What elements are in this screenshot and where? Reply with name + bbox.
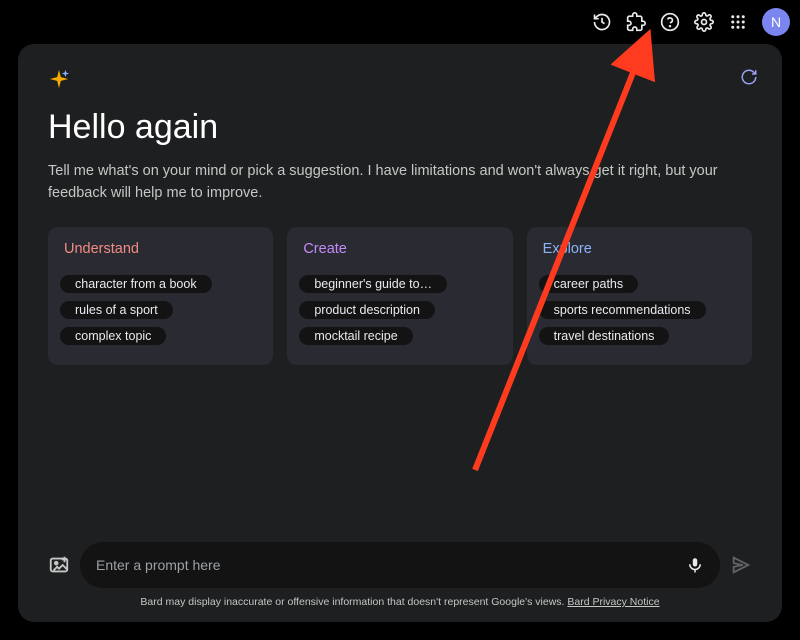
chip-create-2[interactable]: mocktail recipe	[299, 327, 412, 345]
card-title-understand: Understand	[60, 241, 261, 257]
apps-icon[interactable]	[728, 12, 748, 32]
privacy-link[interactable]: Bard Privacy Notice	[567, 596, 659, 608]
chip-explore-0[interactable]: career paths	[539, 275, 638, 293]
extension-icon[interactable]	[626, 12, 646, 32]
chip-understand-2[interactable]: complex topic	[60, 327, 166, 345]
chip-explore-1[interactable]: sports recommendations	[539, 301, 706, 319]
card-explore: Explore career paths sports recommendati…	[527, 227, 752, 365]
avatar[interactable]: N	[762, 8, 790, 36]
prompt-input-container	[80, 542, 720, 588]
card-understand: Understand character from a book rules o…	[48, 227, 273, 365]
greeting-title: Hello again	[48, 108, 752, 147]
greeting-subtitle: Tell me what's on your mind or pick a su…	[48, 161, 728, 205]
reset-icon[interactable]	[740, 68, 758, 86]
chip-understand-1[interactable]: rules of a sport	[60, 301, 173, 319]
chip-understand-0[interactable]: character from a book	[60, 275, 212, 293]
main-panel: Hello again Tell me what's on your mind …	[18, 44, 782, 622]
prompt-input[interactable]	[96, 557, 686, 573]
card-title-create: Create	[299, 241, 500, 257]
sparkle-icon	[48, 68, 70, 90]
settings-icon[interactable]	[694, 12, 714, 32]
history-icon[interactable]	[592, 12, 612, 32]
chip-explore-2[interactable]: travel destinations	[539, 327, 670, 345]
disclaimer: Bard may display inaccurate or offensive…	[48, 596, 752, 608]
disclaimer-text: Bard may display inaccurate or offensive…	[140, 596, 567, 608]
upload-image-icon[interactable]	[48, 554, 70, 576]
card-title-explore: Explore	[539, 241, 740, 257]
chip-create-0[interactable]: beginner's guide to…	[299, 275, 447, 293]
chip-create-1[interactable]: product description	[299, 301, 435, 319]
input-row	[48, 542, 752, 588]
top-bar: N	[592, 8, 790, 36]
card-create: Create beginner's guide to… product desc…	[287, 227, 512, 365]
suggestion-cards: Understand character from a book rules o…	[48, 227, 752, 365]
help-icon[interactable]	[660, 12, 680, 32]
mic-icon[interactable]	[686, 556, 704, 574]
send-icon[interactable]	[730, 554, 752, 576]
